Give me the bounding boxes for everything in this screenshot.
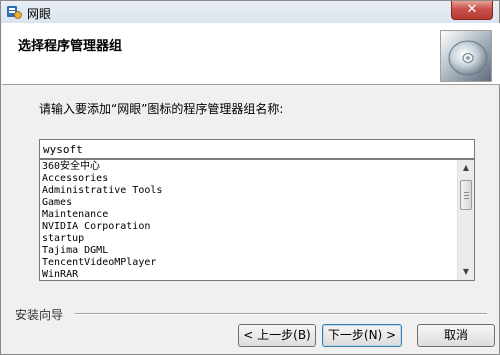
footer-divider [75,313,487,315]
scroll-down-arrow-icon[interactable]: ▼ [458,264,474,280]
app-icon [6,4,22,20]
group-prompt-label: 请输入要添加“网眼”图标的程序管理器组名称: [39,102,284,116]
scroll-grip-icon [464,192,469,199]
installer-window: 网眼 ✕ 选择程序管理器组 请输入要添加“网眼”图标的程序管理器组名称: wys… [0,0,500,355]
group-list-item[interactable]: Administrative Tools [42,185,456,197]
wizard-branding-label: 安装向导 [15,308,64,322]
group-list-item[interactable]: TencentVideoMPlayer [42,257,456,269]
back-button[interactable]: < 上一步(B) [238,324,316,347]
cd-disc-icon [440,30,492,82]
group-list-item[interactable]: Maintenance [42,209,456,221]
group-list-item[interactable]: Accessories [42,173,456,185]
scroll-up-arrow-icon[interactable]: ▲ [458,160,474,176]
list-scrollbar[interactable]: ▲ ▼ [457,160,474,280]
group-name-input[interactable] [39,139,475,159]
scroll-thumb[interactable] [460,180,472,210]
cancel-button[interactable]: 取消 [417,324,495,347]
group-list-item[interactable]: NVIDIA Corporation [42,221,456,233]
group-list-item[interactable]: startup [42,233,456,245]
page-title: 选择程序管理器组 [18,39,123,54]
group-list-item[interactable]: Tajima DGML [42,245,456,257]
group-list-item[interactable]: 360安全中心 [42,161,456,173]
next-button[interactable]: 下一步(N) > [322,324,402,347]
wizard-header: 选择程序管理器组 [2,23,500,85]
program-group-list[interactable]: 360安全中心 Accessories Administrative Tools Ga… [39,159,475,281]
group-list-item[interactable]: Games [42,197,456,209]
program-group-items: 360安全中心 Accessories Administrative Tools Ga… [42,161,456,280]
group-list-item[interactable]: WinRAR [42,269,456,280]
close-button[interactable]: ✕ [451,1,493,20]
title-bar[interactable]: 网眼 ✕ [1,1,499,23]
window-title: 网眼 [27,7,52,21]
